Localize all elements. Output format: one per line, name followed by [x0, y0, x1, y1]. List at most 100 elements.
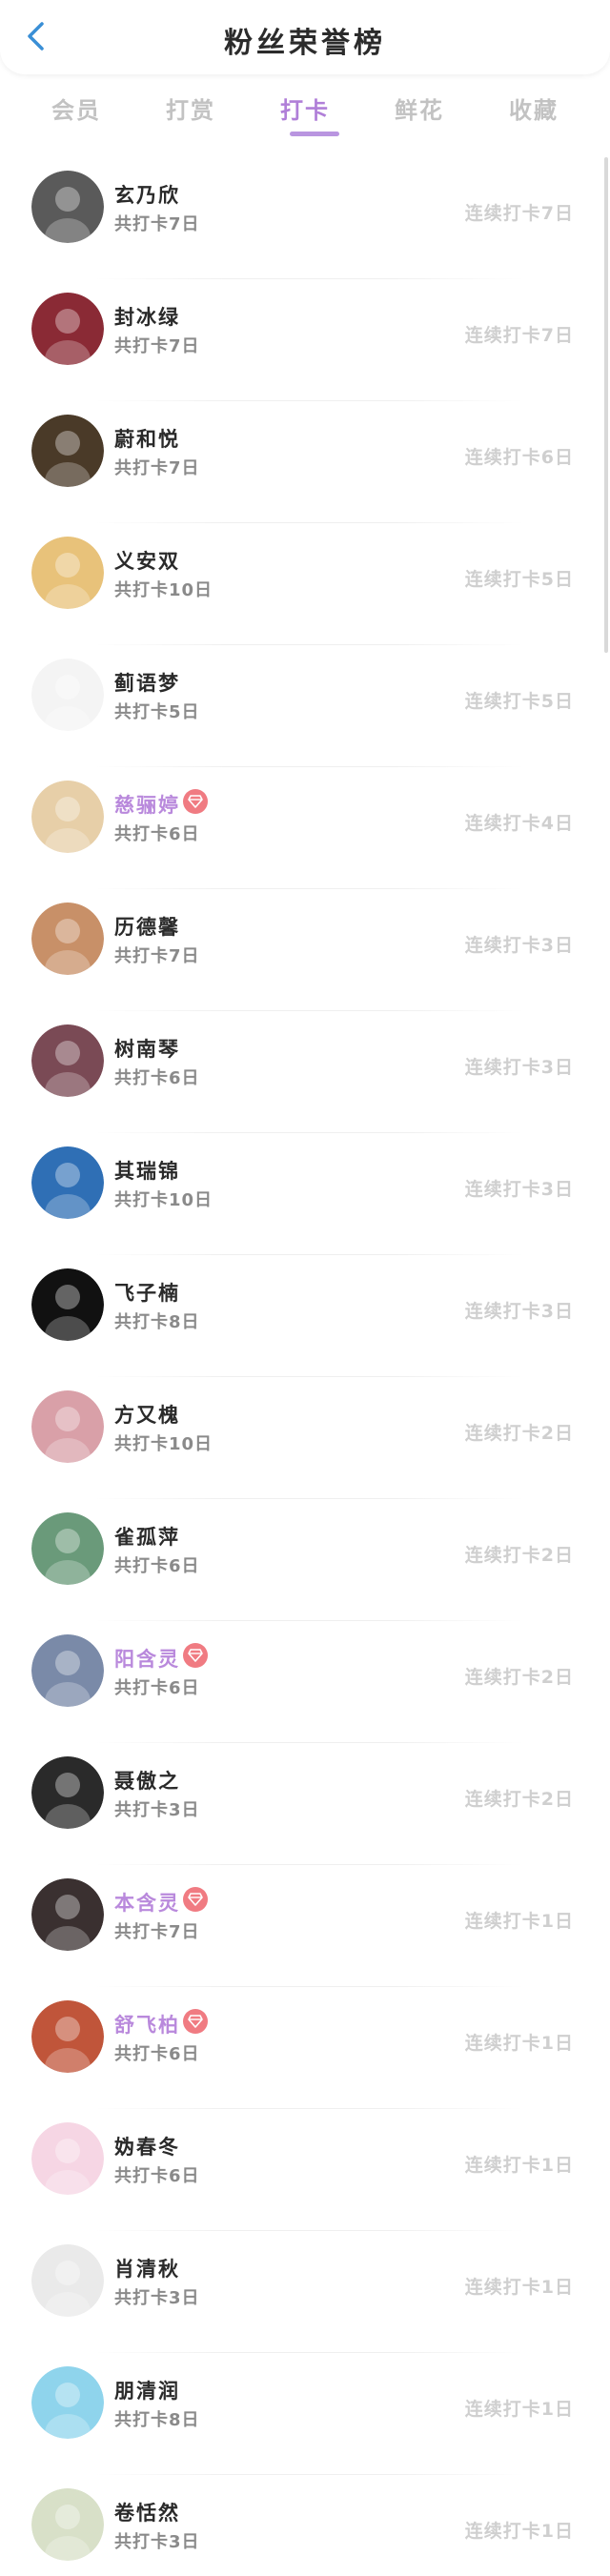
streak-checkin-days: 连续打卡2日 — [464, 1545, 574, 1566]
tab-flowers[interactable]: 鲜花 — [381, 84, 458, 141]
streak-checkin-days: 连续打卡1日 — [464, 2277, 574, 2298]
list-item[interactable]: 肖清秋 共打卡3日 连续打卡1日 — [0, 2231, 610, 2353]
scrollbar[interactable] — [604, 157, 608, 653]
tab-favorites[interactable]: 收藏 — [496, 84, 572, 141]
tab-label: 打赏 — [166, 97, 215, 124]
vip-diamond-icon — [183, 1887, 208, 1912]
fan-name: 蔚和悦 — [114, 428, 180, 451]
tab-label: 收藏 — [509, 97, 559, 124]
streak-checkin-days: 连续打卡5日 — [464, 691, 574, 712]
streak-checkin-days: 连续打卡3日 — [464, 1179, 574, 1200]
list-item[interactable]: 舒飞柏共打卡6日 连续打卡1日 — [0, 1987, 610, 2109]
streak-checkin-days: 连续打卡2日 — [464, 1789, 574, 1810]
tab-label: 打卡 — [280, 97, 330, 124]
list-item[interactable]: 妫春冬 共打卡6日 连续打卡1日 — [0, 2109, 610, 2231]
streak-checkin-days: 连续打卡3日 — [464, 935, 574, 956]
streak-checkin-days: 连续打卡7日 — [464, 203, 574, 224]
list-item[interactable]: 雀孤萍共打卡6日 连续打卡2日 — [0, 1499, 610, 1621]
total-checkin-days: 共打卡3日 — [114, 2532, 200, 2552]
avatar[interactable] — [31, 1268, 104, 1341]
list-item[interactable]: 义安双 共打卡10日 连续打卡5日 — [0, 523, 610, 645]
fan-name: 雀孤萍 — [114, 1526, 180, 1549]
total-checkin-days: 共打卡3日 — [114, 1800, 200, 1820]
avatar[interactable] — [31, 1756, 104, 1829]
list-item[interactable]: 其瑞锦 共打卡10日 连续打卡3日 — [0, 1133, 610, 1255]
streak-checkin-days: 连续打卡3日 — [464, 1057, 574, 1078]
fan-name: 慈骊婷 — [114, 794, 180, 817]
total-checkin-days: 共打卡7日 — [114, 946, 200, 966]
avatar[interactable] — [31, 2000, 104, 2073]
list-item[interactable]: 玄乃欣共打卡7日 连续打卡7日 — [0, 157, 610, 279]
list-item[interactable]: 卷恬然共打卡3日 连续打卡1日 — [0, 2475, 610, 2576]
avatar[interactable] — [31, 537, 104, 609]
list-item[interactable]: 封冰绿共打卡7日 连续打卡7日 — [0, 279, 610, 401]
avatar[interactable] — [31, 1024, 104, 1097]
total-checkin-days: 共打卡7日 — [114, 458, 200, 478]
list-item[interactable]: 本含灵 共打卡7日 连续打卡1日 — [0, 1865, 610, 1987]
fan-name: 其瑞锦 — [114, 1160, 180, 1183]
streak-checkin-days: 连续打卡1日 — [464, 1911, 574, 1932]
total-checkin-days: 共打卡6日 — [114, 1068, 200, 1088]
fan-name: 阳含灵 — [114, 1648, 180, 1671]
vip-diamond-icon — [183, 2009, 208, 2034]
list-item[interactable]: 慈骊婷 共打卡6日 连续打卡4日 — [0, 767, 610, 889]
total-checkin-days: 共打卡7日 — [114, 1922, 200, 1942]
avatar[interactable] — [31, 903, 104, 975]
streak-checkin-days: 连续打卡7日 — [464, 325, 574, 346]
avatar[interactable] — [31, 1878, 104, 1951]
total-checkin-days: 共打卡7日 — [114, 336, 200, 356]
fan-name: 封冰绿 — [114, 306, 180, 329]
avatar[interactable] — [31, 659, 104, 731]
streak-checkin-days: 连续打卡2日 — [464, 1667, 574, 1688]
avatar[interactable] — [31, 415, 104, 487]
avatar[interactable] — [31, 1512, 104, 1585]
tab-checkin[interactable]: 打卡 — [267, 84, 343, 141]
total-checkin-days: 共打卡6日 — [114, 2044, 200, 2064]
fan-name: 舒飞柏 — [114, 2014, 180, 2037]
list-item[interactable]: 阳含灵 共打卡6日 连续打卡2日 — [0, 1621, 610, 1743]
page-title: 粉丝荣誉榜 — [224, 27, 386, 60]
list-item[interactable]: 朋清润 共打卡8日 连续打卡1日 — [0, 2353, 610, 2475]
total-checkin-days: 共打卡7日 — [114, 214, 200, 234]
avatar[interactable] — [31, 2244, 104, 2317]
active-tab-indicator — [290, 132, 339, 136]
fan-name: 树南琴 — [114, 1038, 180, 1061]
avatar[interactable] — [31, 2366, 104, 2439]
avatar[interactable] — [31, 781, 104, 853]
avatar[interactable] — [31, 171, 104, 243]
streak-checkin-days: 连续打卡1日 — [464, 2033, 574, 2054]
list-item[interactable]: 蔚和悦共打卡7日 连续打卡6日 — [0, 401, 610, 523]
list-item[interactable]: 聂傲之共打卡3日 连续打卡2日 — [0, 1743, 610, 1865]
fan-name: 历德馨 — [114, 916, 180, 939]
list-item[interactable]: 蓟语梦共打卡5日 连续打卡5日 — [0, 645, 610, 767]
list-item[interactable]: 方又槐 共打卡10日 连续打卡2日 — [0, 1377, 610, 1499]
fan-name: 卷恬然 — [114, 2502, 180, 2525]
avatar[interactable] — [31, 293, 104, 365]
total-checkin-days: 共打卡5日 — [114, 702, 200, 722]
avatar[interactable] — [31, 2488, 104, 2561]
fan-name: 妫春冬 — [114, 2136, 180, 2159]
streak-checkin-days: 连续打卡6日 — [464, 447, 574, 468]
total-checkin-days: 共打卡3日 — [114, 2288, 200, 2308]
total-checkin-days: 共打卡10日 — [114, 1434, 214, 1454]
streak-checkin-days: 连续打卡1日 — [464, 2521, 574, 2542]
streak-checkin-days: 连续打卡5日 — [464, 569, 574, 590]
tab-label: 鲜花 — [395, 97, 444, 124]
avatar[interactable] — [31, 1146, 104, 1219]
list-item[interactable]: 树南琴共打卡6日 连续打卡3日 — [0, 1011, 610, 1133]
total-checkin-days: 共打卡6日 — [114, 1556, 200, 1576]
list-item[interactable]: 飞子楠 共打卡8日 连续打卡3日 — [0, 1255, 610, 1377]
fan-name: 玄乃欣 — [114, 184, 180, 207]
avatar[interactable] — [31, 2122, 104, 2195]
fan-name: 蓟语梦 — [114, 672, 180, 695]
tab-members[interactable]: 会员 — [38, 84, 114, 141]
fan-name: 聂傲之 — [114, 1770, 180, 1793]
tab-tips[interactable]: 打赏 — [152, 84, 229, 141]
fan-ranking-list: 玄乃欣 共打卡7日 连续打卡7日 封冰绿 共打卡7日 连续打卡7日 蔚和悦 共打卡7日 连续打卡… — [0, 157, 610, 2576]
avatar[interactable] — [31, 1390, 104, 1463]
total-checkin-days: 共打卡10日 — [114, 580, 214, 600]
total-checkin-days: 共打卡8日 — [114, 2410, 200, 2430]
avatar[interactable] — [31, 1634, 104, 1707]
total-checkin-days: 共打卡8日 — [114, 1312, 200, 1332]
list-item[interactable]: 历德馨共打卡7日 连续打卡3日 — [0, 889, 610, 1011]
